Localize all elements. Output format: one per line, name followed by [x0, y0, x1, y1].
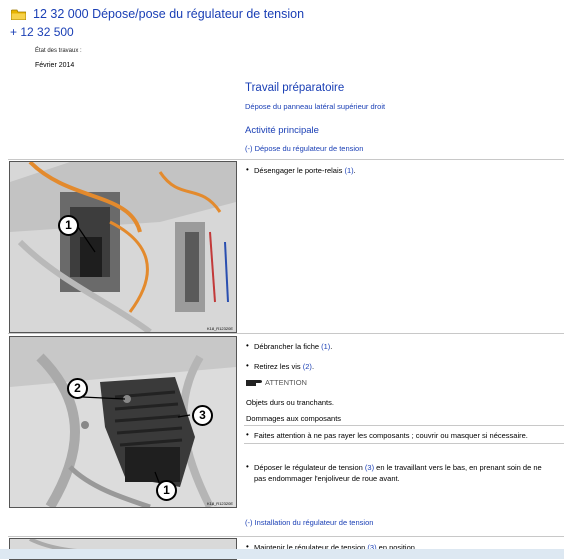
- status-value: Février 2014: [35, 62, 75, 69]
- warning-title: ATTENTION: [265, 378, 307, 387]
- callout-3: 3: [192, 405, 213, 426]
- step-remove-screws: • Retirez les vis (2).: [246, 361, 315, 371]
- divider: [8, 333, 564, 334]
- step-remove-regulator: • Déposer le régulateur de tension (3) e…: [246, 462, 542, 483]
- image-id: K18_R12320E: [206, 326, 233, 331]
- removal-heading-link[interactable]: (-) Dépose du régulateur de tension: [245, 144, 363, 153]
- status-label: État des travaux :: [35, 48, 82, 54]
- pointing-hand-icon: [246, 380, 262, 386]
- page-title[interactable]: 12 32 000 Dépose/pose du régulateur de t…: [33, 7, 304, 21]
- callout-1: 1: [58, 215, 79, 236]
- installation-heading-link[interactable]: (-) Installation du régulateur de tensio…: [245, 518, 373, 527]
- warning-line: Dommages aux composants: [246, 414, 342, 423]
- illustration-voltage-regulator: 2 3 1 K18_R12320E: [9, 336, 237, 508]
- divider: [8, 159, 564, 160]
- page-subtitle-link[interactable]: + 12 32 500: [10, 25, 74, 39]
- callout-1: 1: [156, 480, 177, 501]
- step-disengage-relay: • Désengager le porte-relais (1).: [246, 165, 356, 175]
- ref-link[interactable]: (1): [321, 342, 330, 351]
- prep-title: Travail préparatoire: [245, 82, 345, 94]
- prep-link[interactable]: Dépose du panneau latéral supérieur droi…: [245, 102, 385, 111]
- ref-link[interactable]: (3): [365, 463, 374, 472]
- folder-icon: [11, 9, 26, 20]
- bottom-band: [0, 549, 564, 559]
- image-id: K18_R12320E: [206, 501, 233, 506]
- divider: [244, 443, 564, 444]
- main-title: Activité principale: [245, 125, 319, 136]
- divider: [244, 425, 564, 426]
- warning-action: • Faites attention à ne pas rayer les co…: [246, 430, 528, 440]
- warning-line: Objets durs ou tranchants.: [246, 398, 334, 407]
- step-disconnect-plug: • Débrancher la fiche (1).: [246, 341, 333, 351]
- callout-2: 2: [67, 378, 88, 399]
- divider: [8, 536, 564, 537]
- illustration-relay-carrier: 1 K18_R12320E: [9, 161, 237, 333]
- ref-link[interactable]: (1): [344, 166, 353, 175]
- ref-link[interactable]: (2): [303, 362, 312, 371]
